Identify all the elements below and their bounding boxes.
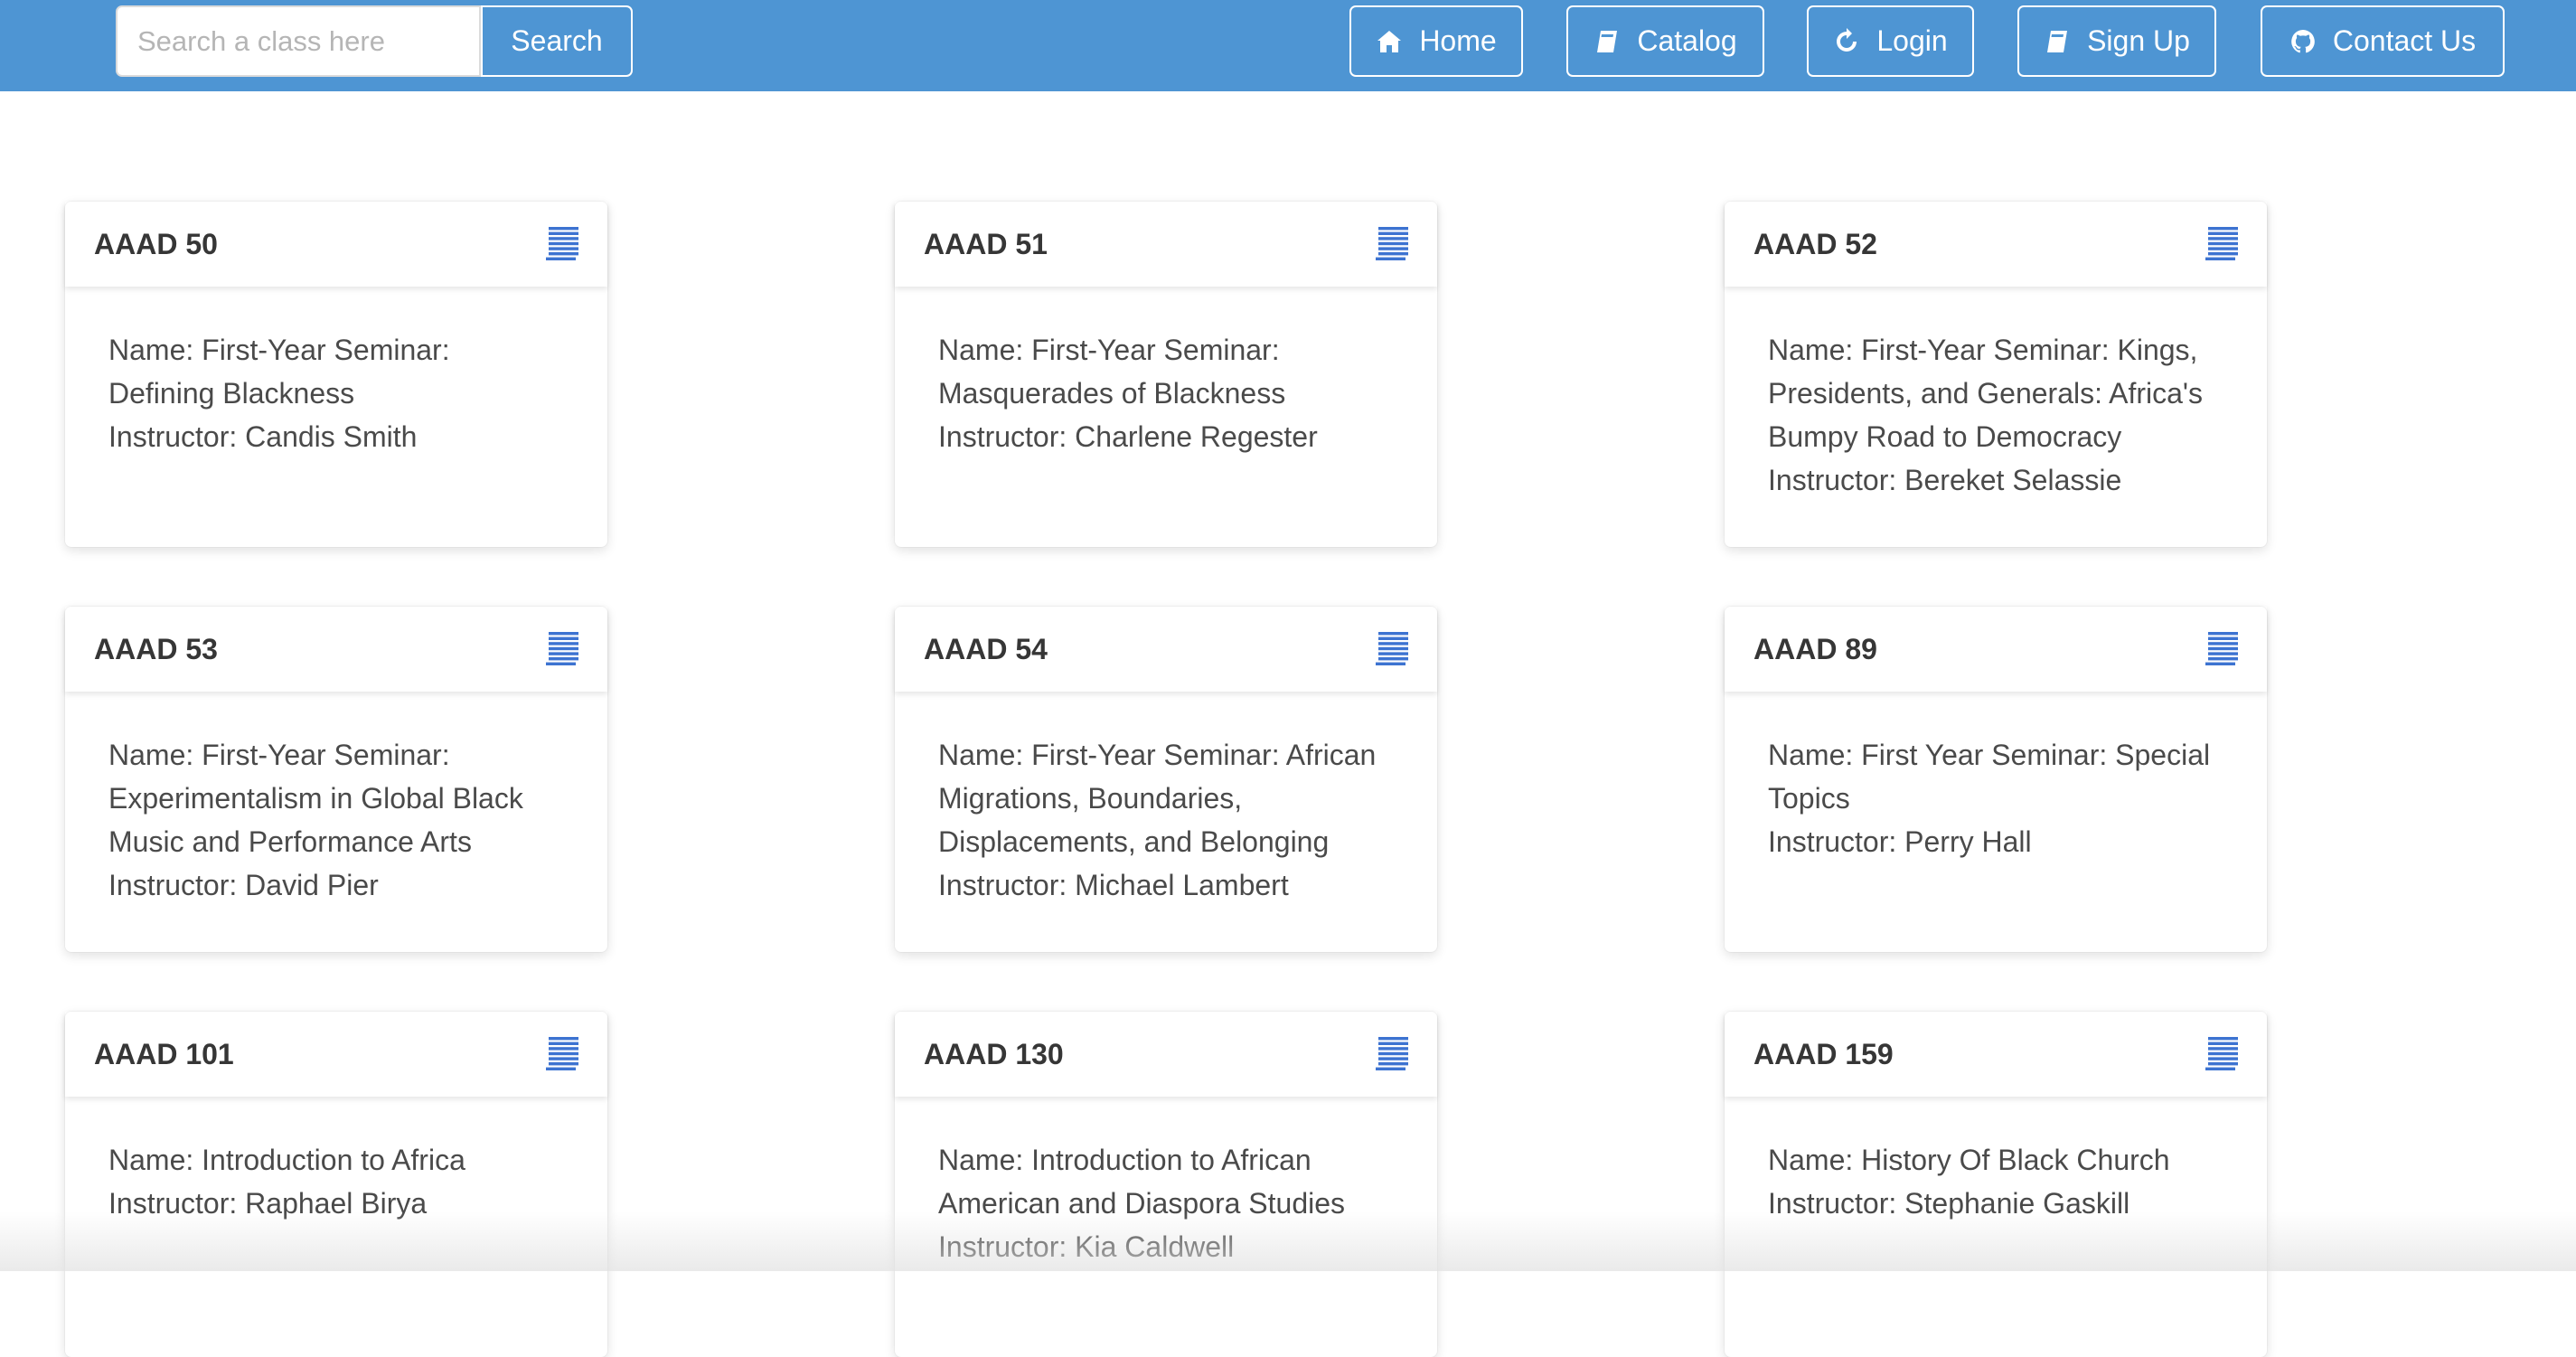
course-code: AAAD 51 — [924, 227, 1048, 260]
book-icon — [2047, 30, 2068, 52]
course-card-body: Name: First Year Seminar: Special Topics I… — [1725, 692, 2267, 952]
search-input[interactable] — [116, 5, 481, 77]
course-code: AAAD 159 — [1753, 1037, 1894, 1070]
course-name-line: Name: Introduction to African — [938, 1144, 1312, 1176]
course-card-header: AAAD 54 — [895, 607, 1437, 692]
list-icon[interactable] — [1376, 1036, 1408, 1072]
course-card-header: AAAD 50 — [65, 202, 607, 287]
home-icon — [1377, 30, 1402, 52]
course-card[interactable]: AAAD 54 Name: First-Year Seminar: African… — [895, 607, 1437, 952]
list-icon[interactable] — [546, 631, 578, 667]
course-code: AAAD 101 — [94, 1037, 234, 1070]
course-card-body: Name: Introduction to African American an… — [895, 1097, 1437, 1357]
course-card[interactable]: AAAD 130 Name: Introduction to African Ame… — [895, 1012, 1437, 1357]
course-name-line: Name: Introduction to Africa — [108, 1144, 465, 1176]
course-card-header: AAAD 159 — [1725, 1012, 2267, 1097]
nav-catalog-button[interactable]: Catalog — [1566, 5, 1764, 77]
course-card[interactable]: AAAD 89 Name: First Year Seminar: Special… — [1725, 607, 2267, 952]
course-name-line: Topics — [1768, 782, 1850, 815]
course-card[interactable]: AAAD 52 Name: First-Year Seminar: Kings, P… — [1725, 202, 2267, 547]
course-code: AAAD 52 — [1753, 227, 1877, 260]
course-card-header: AAAD 52 — [1725, 202, 2267, 287]
nav-signup-button[interactable]: Sign Up — [2017, 5, 2216, 77]
course-name-line: Presidents, and Generals: Africa's — [1768, 377, 2204, 410]
course-instructor: Instructor: David Pier — [108, 869, 379, 901]
course-code: AAAD 50 — [94, 227, 218, 260]
course-card-header: AAAD 89 — [1725, 607, 2267, 692]
nav-signup-label: Sign Up — [2087, 24, 2190, 57]
course-name-line: Displacements, and Belonging — [938, 825, 1330, 858]
nav-login-button[interactable]: Login — [1807, 5, 1974, 77]
course-instructor: Instructor: Raphael Birya — [108, 1187, 428, 1220]
course-card[interactable]: AAAD 50 Name: First-Year Seminar: Defining… — [65, 202, 607, 547]
course-card-body: Name: Introduction to Africa Instructor: … — [65, 1097, 607, 1357]
course-name-line: Name: First-Year Seminar: — [938, 334, 1280, 366]
course-card-body: Name: First-Year Seminar: Experimentalism… — [65, 692, 607, 952]
course-card-body: Name: History Of Black Church Instructor:… — [1725, 1097, 2267, 1357]
course-name-line: Defining Blackness — [108, 377, 355, 410]
course-card-header: AAAD 51 — [895, 202, 1437, 287]
search-button[interactable]: Search — [481, 5, 633, 77]
course-name-line: Name: First-Year Seminar: African — [938, 739, 1377, 771]
course-code: AAAD 54 — [924, 632, 1048, 665]
course-code: AAAD 89 — [1753, 632, 1877, 665]
list-icon[interactable] — [2205, 631, 2238, 667]
course-card[interactable]: AAAD 51 Name: First-Year Seminar: Masquera… — [895, 202, 1437, 547]
course-name-line: Name: First-Year Seminar: — [108, 334, 450, 366]
navbar: Search Home Catalog Login Sign Up Contac… — [0, 0, 2576, 91]
course-name-line: American and Diaspora Studies — [938, 1187, 1346, 1220]
course-card-header: AAAD 101 — [65, 1012, 607, 1097]
course-card[interactable]: AAAD 101 Name: Introduction to Africa Inst… — [65, 1012, 607, 1357]
list-icon[interactable] — [2205, 226, 2238, 262]
course-card-header: AAAD 53 — [65, 607, 607, 692]
course-card-body: Name: First-Year Seminar: Kings, Presiden… — [1725, 287, 2267, 547]
course-name-line: Name: History Of Black Church — [1768, 1144, 2170, 1176]
course-name-line: Experimentalism in Global Black — [108, 782, 523, 815]
list-icon[interactable] — [1376, 631, 1408, 667]
course-instructor: Instructor: Michael Lambert — [938, 869, 1289, 901]
list-icon[interactable] — [1376, 226, 1408, 262]
course-code: AAAD 130 — [924, 1037, 1064, 1070]
refresh-icon — [1837, 27, 1857, 52]
nav-catalog-label: Catalog — [1637, 24, 1737, 57]
nav-contact-label: Contact Us — [2332, 24, 2477, 57]
course-instructor: Instructor: Charlene Regester — [938, 420, 1318, 453]
course-card-body: Name: First-Year Seminar: African Migrati… — [895, 692, 1437, 952]
course-card[interactable]: AAAD 53 Name: First-Year Seminar: Experime… — [65, 607, 607, 952]
course-card-header: AAAD 130 — [895, 1012, 1437, 1097]
nav-login-label: Login — [1876, 24, 1948, 57]
book-icon — [1597, 30, 1618, 52]
course-card[interactable]: AAAD 159 Name: History Of Black Church Ins… — [1725, 1012, 2267, 1357]
course-name-line: Name: First-Year Seminar: — [108, 739, 450, 771]
nav-home-label: Home — [1419, 24, 1497, 57]
course-name-line: Name: First Year Seminar: Special — [1768, 739, 2211, 771]
course-name-line: Bumpy Road to Democracy — [1768, 420, 2122, 453]
course-instructor: Instructor: Perry Hall — [1768, 825, 2032, 858]
course-card-body: Name: First-Year Seminar: Defining Blackn… — [65, 287, 607, 547]
nav-home-button[interactable]: Home — [1349, 5, 1523, 77]
course-name-line: Music and Performance Arts — [108, 825, 472, 858]
list-icon[interactable] — [546, 226, 578, 262]
course-instructor: Instructor: Stephanie Gaskill — [1768, 1187, 2130, 1220]
course-name-line: Masquerades of Blackness — [938, 377, 1286, 410]
course-name-line: Name: First-Year Seminar: Kings, — [1768, 334, 2198, 366]
course-instructor: Instructor: Kia Caldwell — [938, 1230, 1235, 1263]
course-name-line: Migrations, Boundaries, — [938, 782, 1243, 815]
nav-contact-button[interactable]: Contact Us — [2261, 5, 2505, 77]
github-icon — [2291, 29, 2315, 52]
course-code: AAAD 53 — [94, 632, 218, 665]
course-instructor: Instructor: Bereket Selassie — [1768, 464, 2122, 496]
list-icon[interactable] — [546, 1036, 578, 1072]
list-icon[interactable] — [2205, 1036, 2238, 1072]
course-instructor: Instructor: Candis Smith — [108, 420, 418, 453]
course-card-body: Name: First-Year Seminar: Masquerades of … — [895, 287, 1437, 547]
